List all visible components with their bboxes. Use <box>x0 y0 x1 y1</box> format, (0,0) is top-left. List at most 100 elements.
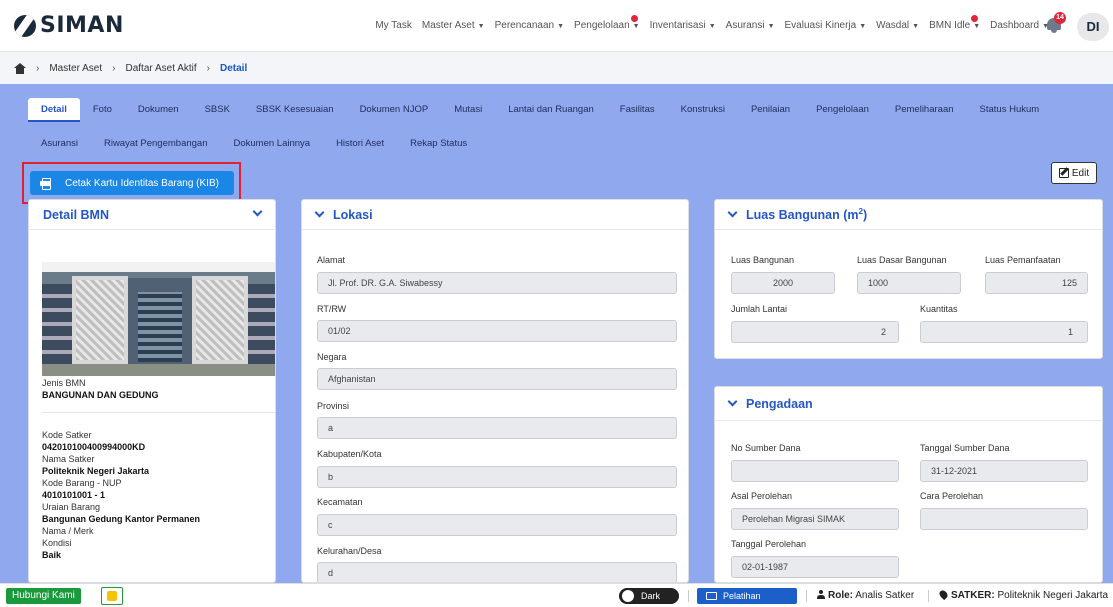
breadcrumb-separator-icon: › <box>36 62 40 74</box>
tab-histori-aset[interactable]: Histori Aset <box>323 132 397 156</box>
menu-perencanaan[interactable]: Perencanaan ▼ <box>495 20 564 31</box>
main-menu: My Task Master Aset ▼ Perencanaan ▼ Pengelola… <box>375 15 1049 31</box>
chevron-down-icon[interactable] <box>252 206 263 217</box>
menu-inventarisasi[interactable]: Inventarisasi ▼ <box>650 20 716 31</box>
menu-master-aset[interactable]: Master Aset ▼ <box>422 20 485 31</box>
uraian-barang-value: Bangunan Gedung Kantor Permanen <box>42 514 201 524</box>
caret-down-icon: ▼ <box>973 23 981 30</box>
tab-detail[interactable]: Detail <box>28 98 80 122</box>
detail-bmn-title: Detail BMN <box>43 207 109 222</box>
kelurahan-desa-field[interactable]: d <box>317 562 677 582</box>
printer-icon <box>40 178 51 190</box>
detail-bmn-header[interactable]: Detail BMN <box>29 200 275 230</box>
no-sumber-dana-field[interactable] <box>731 460 899 482</box>
caret-down-icon: ▼ <box>557 23 565 30</box>
breadcrumb-master-aset[interactable]: Master Aset <box>49 63 102 74</box>
menu-my-task[interactable]: My Task <box>375 20 412 31</box>
asal-perolehan-field[interactable]: Perolehan Migrasi SIMAK <box>731 508 899 530</box>
siman-logo[interactable]: SIMAN <box>14 13 124 38</box>
kondisi-value: Baik <box>42 550 62 560</box>
chevron-down-icon[interactable] <box>314 207 325 218</box>
tab-pemeliharaan[interactable]: Pemeliharaan <box>882 98 967 122</box>
breadcrumb-current: Detail <box>220 62 248 74</box>
tab-foto[interactable]: Foto <box>80 98 125 122</box>
kecamatan-field[interactable]: c <box>317 514 677 536</box>
training-label: Pelatihan <box>723 591 761 601</box>
negara-field[interactable]: Afghanistan <box>317 368 677 390</box>
kuantitas-field[interactable]: 1 <box>920 321 1088 343</box>
tab-dokumen-lainnya[interactable]: Dokumen Lainnya <box>220 132 323 156</box>
tab-asuransi[interactable]: Asuransi <box>28 132 91 156</box>
kabupaten-kota-field[interactable]: b <box>317 466 677 488</box>
training-button[interactable]: Pelatihan <box>697 588 797 604</box>
top-navbar: SIMAN My Task Master Aset ▼ Perencanaan ▼ Pen… <box>0 0 1113 52</box>
luas-pemanfaatan-field[interactable]: 125 <box>985 272 1088 294</box>
tab-status-hukum[interactable]: Status Hukum <box>967 98 1053 122</box>
caret-down-icon: ▼ <box>859 23 867 30</box>
kode-satker-label: Kode Satker <box>42 430 92 440</box>
user-avatar[interactable]: DI <box>1077 13 1109 41</box>
tab-sbsk-kesesuaian[interactable]: SBSK Kesesuaian <box>243 98 347 122</box>
rtrw-field[interactable]: 01/02 <box>317 320 677 342</box>
chat-icon[interactable] <box>101 587 123 605</box>
menu-pengelolaan[interactable]: Pengelolaan ▼ <box>574 15 640 31</box>
bell-icon[interactable]: 14 <box>1045 12 1066 34</box>
tab-fasilitas[interactable]: Fasilitas <box>607 98 668 122</box>
menu-dashboard[interactable]: Dashboard ▼ <box>990 20 1049 31</box>
tab-dokumen[interactable]: Dokumen <box>125 98 192 122</box>
kuantitas-label: Kuantitas <box>920 304 958 314</box>
tab-pengelolaan[interactable]: Pengelolaan <box>803 98 882 122</box>
breadcrumb: › Master Aset › Daftar Aset Aktif › Deta… <box>0 52 1113 84</box>
alamat-field[interactable]: Jl. Prof. DR. G.A. Siwabessy <box>317 272 677 294</box>
luas-bangunan-field[interactable]: 2000 <box>731 272 835 294</box>
location-pin-icon <box>937 588 950 601</box>
jumlah-lantai-field[interactable]: 2 <box>731 321 899 343</box>
building-photo <box>42 262 275 376</box>
kode-barang-value: 4010101001 - 1 <box>42 490 106 500</box>
tab-riwayat-pengembangan[interactable]: Riwayat Pengembangan <box>91 132 221 156</box>
tab-penilaian[interactable]: Penilaian <box>738 98 803 122</box>
cara-perolehan-label: Cara Perolehan <box>920 491 984 501</box>
tab-dokumen-njop[interactable]: Dokumen NJOP <box>347 98 442 122</box>
pengadaan-header[interactable]: Pengadaan <box>715 387 1102 421</box>
home-icon[interactable] <box>14 62 26 74</box>
menu-asuransi[interactable]: Asuransi ▼ <box>726 20 775 31</box>
breadcrumb-daftar-aset-aktif[interactable]: Daftar Aset Aktif <box>126 63 197 74</box>
print-kib-button[interactable]: Cetak Kartu Identitas Barang (KIB) <box>30 171 234 195</box>
detail-tabs-row-2: Asuransi Riwayat Pengembangan Dokumen Lain… <box>28 132 480 156</box>
kode-satker-value: 042010100400994000KD <box>42 442 146 452</box>
notification-dot <box>630 15 638 22</box>
tanggal-sumber-dana-field[interactable]: 31-12-2021 <box>920 460 1088 482</box>
luas-bangunan-card: Luas Bangunan (m2) Luas Bangunan 2000 Lu… <box>714 199 1103 359</box>
tab-mutasi[interactable]: Mutasi <box>441 98 495 122</box>
jenis-bmn-label: Jenis BMN <box>42 378 86 388</box>
user-satker: SATKER: Politeknik Negeri Jakarta <box>937 588 1108 601</box>
tab-sbsk[interactable]: SBSK <box>192 98 243 122</box>
jumlah-lantai-label: Jumlah Lantai <box>731 304 788 314</box>
chevron-down-icon[interactable] <box>727 207 738 218</box>
contact-us-button[interactable]: Hubungi Kami <box>6 588 81 604</box>
edit-button[interactable]: Edit <box>1051 162 1097 184</box>
luas-bangunan-header[interactable]: Luas Bangunan (m2) <box>715 200 1102 230</box>
tab-lantai-dan-ruangan[interactable]: Lantai dan Ruangan <box>495 98 607 122</box>
provinsi-field[interactable]: a <box>317 417 677 439</box>
footer-bar: Hubungi Kami Dark Pelatihan Role: Analis… <box>0 583 1113 607</box>
menu-wasdal[interactable]: Wasdal ▼ <box>876 20 919 31</box>
menu-evaluasi-kinerja[interactable]: Evaluasi Kinerja ▼ <box>785 20 867 31</box>
chevron-down-icon[interactable] <box>727 396 738 407</box>
no-sumber-dana-label: No Sumber Dana <box>731 443 801 453</box>
luas-dasar-bangunan-field[interactable]: 1000 <box>857 272 961 294</box>
user-role: Role: Analis Satker <box>817 590 914 601</box>
lokasi-header[interactable]: Lokasi <box>302 200 688 230</box>
dark-mode-toggle[interactable]: Dark <box>619 588 679 604</box>
tanggal-perolehan-field[interactable]: 02-01-1987 <box>731 556 899 578</box>
cara-perolehan-field[interactable] <box>920 508 1088 530</box>
provinsi-label: Provinsi <box>317 401 350 411</box>
notification-dot <box>971 15 979 22</box>
monitor-icon <box>706 592 717 600</box>
divider <box>42 412 275 413</box>
nama-merk-label: Nama / Merk <box>42 526 94 536</box>
menu-bmn-idle[interactable]: BMN Idle ▼ <box>929 15 981 31</box>
tab-konstruksi[interactable]: Konstruksi <box>668 98 738 122</box>
tab-rekap-status[interactable]: Rekap Status <box>397 132 480 156</box>
